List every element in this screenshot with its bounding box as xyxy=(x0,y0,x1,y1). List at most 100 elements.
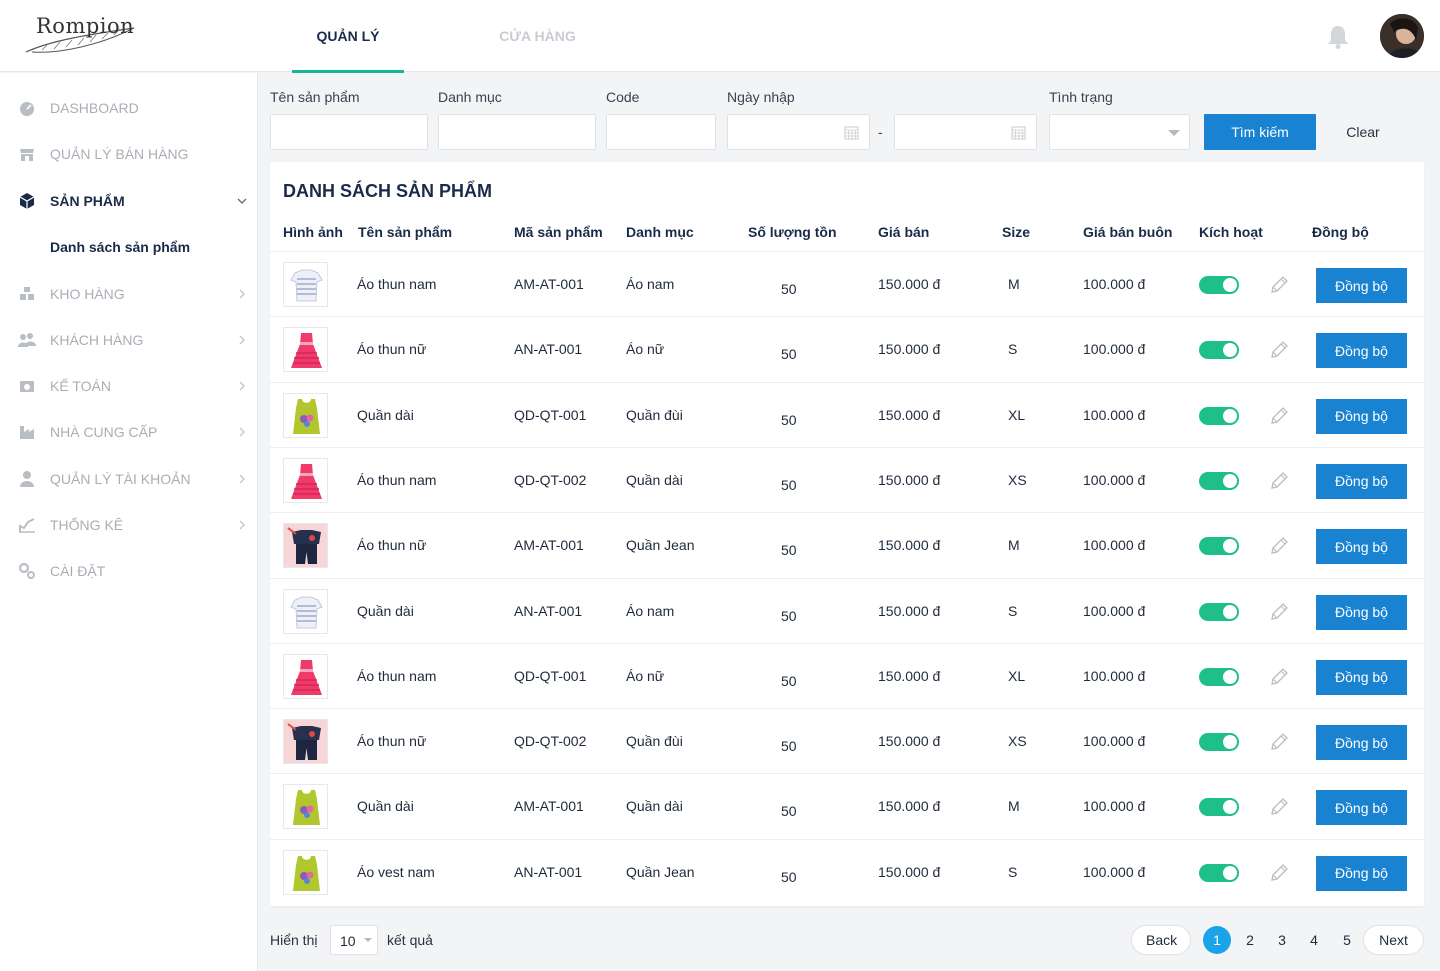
edit-icon[interactable] xyxy=(1268,274,1290,296)
user-avatar[interactable] xyxy=(1380,14,1424,58)
code-input[interactable] xyxy=(606,114,716,150)
sidebar-item-warehouse[interactable]: KHO HÀNG xyxy=(0,274,257,314)
product-price: 150.000 đ xyxy=(878,863,941,880)
edit-icon[interactable] xyxy=(1268,862,1290,884)
page-5[interactable]: 5 xyxy=(1333,926,1361,954)
next-button[interactable]: Next xyxy=(1363,925,1424,955)
active-toggle[interactable] xyxy=(1199,537,1239,556)
sync-button[interactable]: Đồng bộ xyxy=(1316,855,1407,891)
sync-button[interactable]: Đồng bộ xyxy=(1316,268,1407,303)
result-label: kết quả xyxy=(387,932,433,948)
sidebar-item-suppliers[interactable]: NHÀ CUNG CẤP xyxy=(0,412,257,452)
product-name: Áo thun nữ xyxy=(357,537,427,554)
sync-button[interactable]: Đồng bộ xyxy=(1316,659,1407,695)
active-toggle[interactable] xyxy=(1199,602,1239,621)
sync-button[interactable]: Đồng bộ xyxy=(1316,398,1407,434)
page-4[interactable]: 4 xyxy=(1300,926,1328,954)
wholesale-price: 100.000 đ xyxy=(1083,798,1146,815)
product-size: M xyxy=(1008,276,1020,292)
product-category: Áo nữ xyxy=(626,667,665,684)
toggle-knob xyxy=(1223,343,1237,358)
active-toggle[interactable] xyxy=(1199,798,1239,817)
product-image xyxy=(283,327,328,373)
edit-icon[interactable] xyxy=(1268,796,1290,818)
calendar-icon[interactable] xyxy=(1011,125,1026,140)
edit-icon[interactable] xyxy=(1268,601,1290,623)
sidebar-item-accounts[interactable]: QUẢN LÝ TÀI KHOẢN xyxy=(0,459,257,499)
back-button[interactable]: Back xyxy=(1131,925,1191,955)
brand-logo[interactable]: Rompion xyxy=(22,10,142,60)
bell-icon[interactable] xyxy=(1326,24,1350,50)
product-code: AM-AT-001 xyxy=(514,276,584,292)
sidebar-subitem-product-list[interactable]: Danh sách sản phẩm xyxy=(50,239,190,255)
edit-icon[interactable] xyxy=(1268,405,1290,427)
stock-quantity: 50 xyxy=(781,476,797,493)
active-toggle[interactable] xyxy=(1199,276,1239,294)
product-image xyxy=(283,262,328,307)
page-1[interactable]: 1 xyxy=(1203,926,1231,954)
active-toggle[interactable] xyxy=(1199,471,1239,490)
sidebar-item-label: DASHBOARD xyxy=(50,100,139,116)
edit-icon[interactable] xyxy=(1268,470,1290,492)
sync-button[interactable]: Đồng bộ xyxy=(1316,333,1407,369)
tab-manage[interactable]: QUẢN LÝ xyxy=(292,0,404,73)
tab-store[interactable]: CỬA HÀNG xyxy=(490,0,585,72)
product-name: Áo thun nam xyxy=(357,667,437,684)
product-name-input[interactable] xyxy=(270,114,428,150)
page-size-select[interactable]: 10 xyxy=(330,925,378,955)
sync-button[interactable]: Đồng bộ xyxy=(1316,790,1407,826)
page-size-label: Hiển thị xyxy=(270,932,318,948)
date-to-input[interactable] xyxy=(894,114,1037,150)
stock-quantity: 50 xyxy=(781,868,797,885)
product-price: 150.000 đ xyxy=(878,667,941,684)
product-size: XS xyxy=(1008,471,1027,488)
product-image xyxy=(283,719,328,765)
product-name: Quần dài xyxy=(357,602,414,619)
product-code: QD-QT-001 xyxy=(514,406,587,423)
edit-icon[interactable] xyxy=(1268,535,1290,557)
page-3[interactable]: 3 xyxy=(1268,926,1296,954)
clear-button[interactable]: Clear xyxy=(1335,114,1391,150)
chevron-right-icon xyxy=(239,381,245,391)
active-toggle[interactable] xyxy=(1199,667,1239,686)
sync-button[interactable]: Đồng bộ xyxy=(1316,463,1407,499)
active-toggle[interactable] xyxy=(1199,406,1239,425)
wholesale-price: 100.000 đ xyxy=(1083,471,1146,488)
sidebar-item-accounting[interactable]: KẾ TOÁN xyxy=(0,366,257,406)
sidebar-item-sales[interactable]: QUẢN LÝ BÁN HÀNG xyxy=(0,134,257,174)
date-from-input[interactable] xyxy=(727,114,870,150)
chevron-right-icon xyxy=(239,474,245,484)
sidebar-item-customers[interactable]: KHÁCH HÀNG xyxy=(0,320,257,360)
sync-button[interactable]: Đồng bộ xyxy=(1316,725,1407,761)
product-code: AN-AT-001 xyxy=(514,863,583,880)
sidebar-item-settings[interactable]: CÀI ĐẶT xyxy=(0,551,257,591)
edit-icon[interactable] xyxy=(1268,666,1290,688)
filter-label-product-name: Tên sản phẩm xyxy=(270,89,360,105)
edit-icon[interactable] xyxy=(1268,339,1290,361)
account-icon xyxy=(20,471,34,487)
calendar-icon[interactable] xyxy=(844,125,859,140)
sidebar-item-products[interactable]: SẢN PHẨM xyxy=(0,181,257,221)
wholesale-price: 100.000 đ xyxy=(1083,863,1146,880)
page-2[interactable]: 2 xyxy=(1236,926,1264,954)
edit-icon[interactable] xyxy=(1268,731,1290,753)
status-select[interactable] xyxy=(1049,114,1190,150)
category-input[interactable] xyxy=(438,114,596,150)
product-price: 150.000 đ xyxy=(878,537,941,554)
sidebar-item-label: THỐNG KÊ xyxy=(50,517,124,533)
product-size: S xyxy=(1008,341,1018,358)
product-category: Quần Jean xyxy=(626,537,695,554)
dashboard-icon xyxy=(20,102,34,116)
sidebar-item-dashboard[interactable]: DASHBOARD xyxy=(0,88,257,128)
toggle-knob xyxy=(1223,473,1237,488)
brand-logo-text: Rompion xyxy=(36,14,135,38)
search-button[interactable]: Tìm kiếm xyxy=(1204,114,1316,150)
sync-button[interactable]: Đồng bộ xyxy=(1316,529,1407,565)
sidebar-item-statistics[interactable]: THỐNG KÊ xyxy=(0,505,257,545)
active-toggle[interactable] xyxy=(1199,863,1239,882)
accounting-icon xyxy=(20,381,34,392)
active-toggle[interactable] xyxy=(1199,341,1239,360)
active-toggle[interactable] xyxy=(1199,733,1239,752)
product-price: 150.000 đ xyxy=(878,733,941,750)
sync-button[interactable]: Đồng bộ xyxy=(1316,594,1407,630)
